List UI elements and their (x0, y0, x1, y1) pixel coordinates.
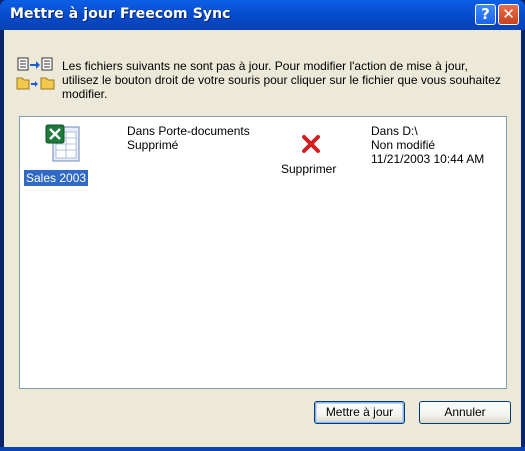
update-button[interactable]: Mettre à jour (314, 401, 405, 424)
source-status: Supprimé (127, 138, 179, 152)
file-name-label[interactable]: Sales 2003 (22, 169, 90, 187)
dest-status: Non modifié (371, 138, 436, 152)
dest-timestamp: 11/21/2003 10:44 AM (371, 152, 485, 166)
source-line-1: Dans Porte-documents (127, 124, 250, 138)
instruction-text: Les fichiers suivants ne sont pas à jour… (62, 59, 501, 101)
destination-location: Dans D:\ Non modifié 11/21/2003 10:44 AM (371, 124, 484, 166)
action-label: Supprimer (281, 162, 337, 176)
source-location: Dans Porte-documents Supprimé (127, 124, 250, 152)
file-list[interactable]: Sales 2003 Dans Porte-documents Supprimé… (19, 116, 507, 389)
excel-file-icon[interactable] (43, 123, 83, 163)
close-button[interactable]: ✕ (498, 4, 519, 25)
dialog-body: Les fichiers suivants ne sont pas à jour… (4, 30, 521, 451)
help-button[interactable]: ? (475, 4, 496, 25)
delete-x-icon (302, 135, 320, 153)
dest-line-1: Dans D:\ (371, 124, 418, 138)
update-dialog: Mettre à jour Freecom Sync ? ✕ Les fichi… (0, 0, 525, 451)
window-bottom-border (0, 447, 525, 451)
sync-files-icon (16, 57, 55, 90)
window-title: Mettre à jour Freecom Sync (10, 6, 231, 22)
title-bar[interactable]: Mettre à jour Freecom Sync ? ✕ (0, 0, 525, 30)
cancel-button[interactable]: Annuler (419, 401, 511, 424)
